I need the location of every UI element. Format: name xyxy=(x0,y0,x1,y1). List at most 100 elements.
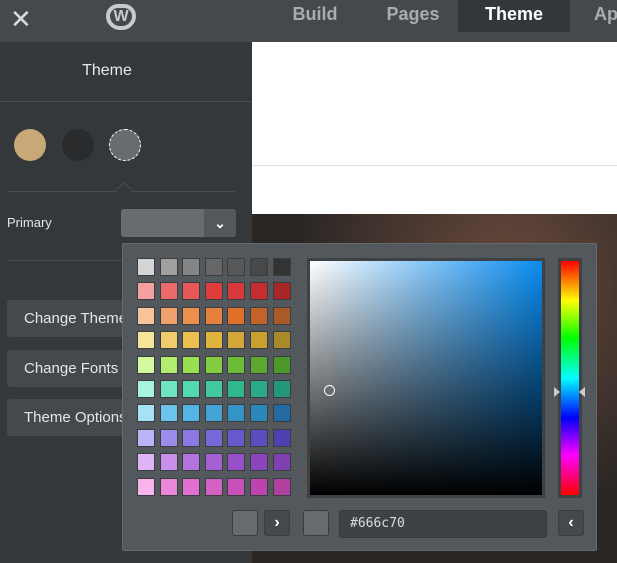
color-handle[interactable] xyxy=(324,385,335,396)
palette-swatch[interactable] xyxy=(204,453,223,472)
primary-color-select[interactable]: ⌄ xyxy=(121,209,236,237)
top-bar: ✕ W Build Pages Theme Apps xyxy=(0,0,617,42)
palette-swatch[interactable] xyxy=(182,428,201,447)
palette-swatch[interactable] xyxy=(227,380,246,398)
palette-swatch[interactable] xyxy=(182,258,201,276)
palette-swatch[interactable] xyxy=(272,282,291,301)
palette-swatch[interactable] xyxy=(204,477,223,496)
weebly-logo[interactable]: W xyxy=(106,4,136,30)
palette-swatch[interactable] xyxy=(159,258,178,276)
palette-swatch[interactable] xyxy=(272,453,291,472)
palette-swatch[interactable] xyxy=(159,380,178,398)
current-color-preview xyxy=(303,510,329,536)
change-fonts-button[interactable]: Change Fonts xyxy=(7,350,137,387)
palette-swatch[interactable] xyxy=(182,404,201,423)
theme-options-button[interactable]: Theme Options xyxy=(7,399,137,436)
palette-swatch[interactable] xyxy=(227,453,246,472)
palette-swatch[interactable] xyxy=(227,306,246,325)
palette-swatch[interactable] xyxy=(227,404,246,423)
page-preview xyxy=(252,42,617,214)
chevron-right-icon[interactable]: › xyxy=(264,510,290,536)
palette-swatch[interactable] xyxy=(182,355,201,374)
palette-swatch[interactable] xyxy=(159,477,178,496)
palette-swatch[interactable] xyxy=(137,355,155,374)
chevron-down-icon[interactable]: ⌄ xyxy=(204,209,236,237)
palette-swatch[interactable] xyxy=(137,477,155,496)
palette-swatch[interactable] xyxy=(204,380,223,398)
palette-swatch[interactable] xyxy=(159,404,178,423)
palette-swatch[interactable] xyxy=(159,355,178,374)
palette-swatch[interactable] xyxy=(272,258,291,276)
palette-swatch[interactable] xyxy=(272,355,291,374)
palette-swatch[interactable] xyxy=(204,331,223,350)
palette-swatch[interactable] xyxy=(250,306,268,325)
palette-swatch[interactable] xyxy=(137,258,155,276)
palette-swatch[interactable] xyxy=(250,477,268,496)
palette-swatch[interactable] xyxy=(250,428,268,447)
palette-swatch[interactable] xyxy=(182,453,201,472)
primary-label: Primary xyxy=(7,215,52,230)
tab-theme[interactable]: Theme xyxy=(458,0,570,32)
palette-swatch[interactable] xyxy=(159,331,178,350)
palette-swatch[interactable] xyxy=(204,258,223,276)
palette-swatch[interactable] xyxy=(272,306,291,325)
palette-swatch[interactable] xyxy=(137,282,155,301)
palette-swatch[interactable] xyxy=(137,428,155,447)
palette-swatch[interactable] xyxy=(250,355,268,374)
color-swatch-3[interactable] xyxy=(109,129,141,161)
palette-swatch[interactable] xyxy=(137,331,155,350)
hue-slider-handle-left[interactable] xyxy=(554,387,560,397)
palette-swatch[interactable] xyxy=(227,258,246,276)
palette-swatch[interactable] xyxy=(137,380,155,398)
palette-swatch[interactable] xyxy=(137,453,155,472)
palette-swatch[interactable] xyxy=(204,282,223,301)
pointer-caret xyxy=(115,181,133,199)
palette-swatch[interactable] xyxy=(227,477,246,496)
hue-slider-handle-right[interactable] xyxy=(579,387,585,397)
palette-swatch[interactable] xyxy=(272,380,291,398)
palette-swatch[interactable] xyxy=(272,428,291,447)
tab-build[interactable]: Build xyxy=(262,0,368,32)
palette-swatch[interactable] xyxy=(137,404,155,423)
palette-swatch[interactable] xyxy=(159,306,178,325)
change-theme-button[interactable]: Change Theme xyxy=(7,300,137,337)
palette-swatch[interactable] xyxy=(227,355,246,374)
palette-swatch[interactable] xyxy=(159,428,178,447)
palette-swatch[interactable] xyxy=(159,282,178,301)
divider xyxy=(0,101,252,102)
palette-swatch[interactable] xyxy=(250,453,268,472)
divider xyxy=(252,165,617,166)
color-swatch-2[interactable] xyxy=(62,129,94,161)
palette-swatch[interactable] xyxy=(182,477,201,496)
palette-swatch[interactable] xyxy=(137,306,155,325)
chevron-left-icon[interactable]: ‹ xyxy=(558,510,584,536)
palette-swatch[interactable] xyxy=(204,404,223,423)
palette-swatch[interactable] xyxy=(204,306,223,325)
palette-swatch[interactable] xyxy=(159,453,178,472)
palette-swatch[interactable] xyxy=(227,282,246,301)
color-swatch-1[interactable] xyxy=(14,129,46,161)
palette-swatch[interactable] xyxy=(182,331,201,350)
hex-input[interactable]: #666c70 xyxy=(339,510,547,538)
tab-apps[interactable]: Apps xyxy=(594,0,617,32)
palette-swatch[interactable] xyxy=(272,331,291,350)
palette-swatch[interactable] xyxy=(204,428,223,447)
palette-swatch[interactable] xyxy=(227,331,246,350)
palette-swatch[interactable] xyxy=(250,380,268,398)
palette-swatch[interactable] xyxy=(250,331,268,350)
palette-swatch[interactable] xyxy=(227,428,246,447)
palette-swatch[interactable] xyxy=(250,258,268,276)
palette-swatch[interactable] xyxy=(272,404,291,423)
palette-swatch[interactable] xyxy=(182,282,201,301)
tab-pages[interactable]: Pages xyxy=(368,0,458,32)
palette-swatch[interactable] xyxy=(182,380,201,398)
hue-slider[interactable] xyxy=(558,258,582,498)
palette-swatch[interactable] xyxy=(250,404,268,423)
custom-color-swatch[interactable] xyxy=(232,510,258,536)
palette-swatch[interactable] xyxy=(204,355,223,374)
saturation-brightness-area[interactable] xyxy=(307,258,545,498)
palette-swatch[interactable] xyxy=(272,477,291,496)
palette-swatch[interactable] xyxy=(250,282,268,301)
palette-swatch[interactable] xyxy=(182,306,201,325)
close-icon[interactable]: ✕ xyxy=(10,4,32,34)
